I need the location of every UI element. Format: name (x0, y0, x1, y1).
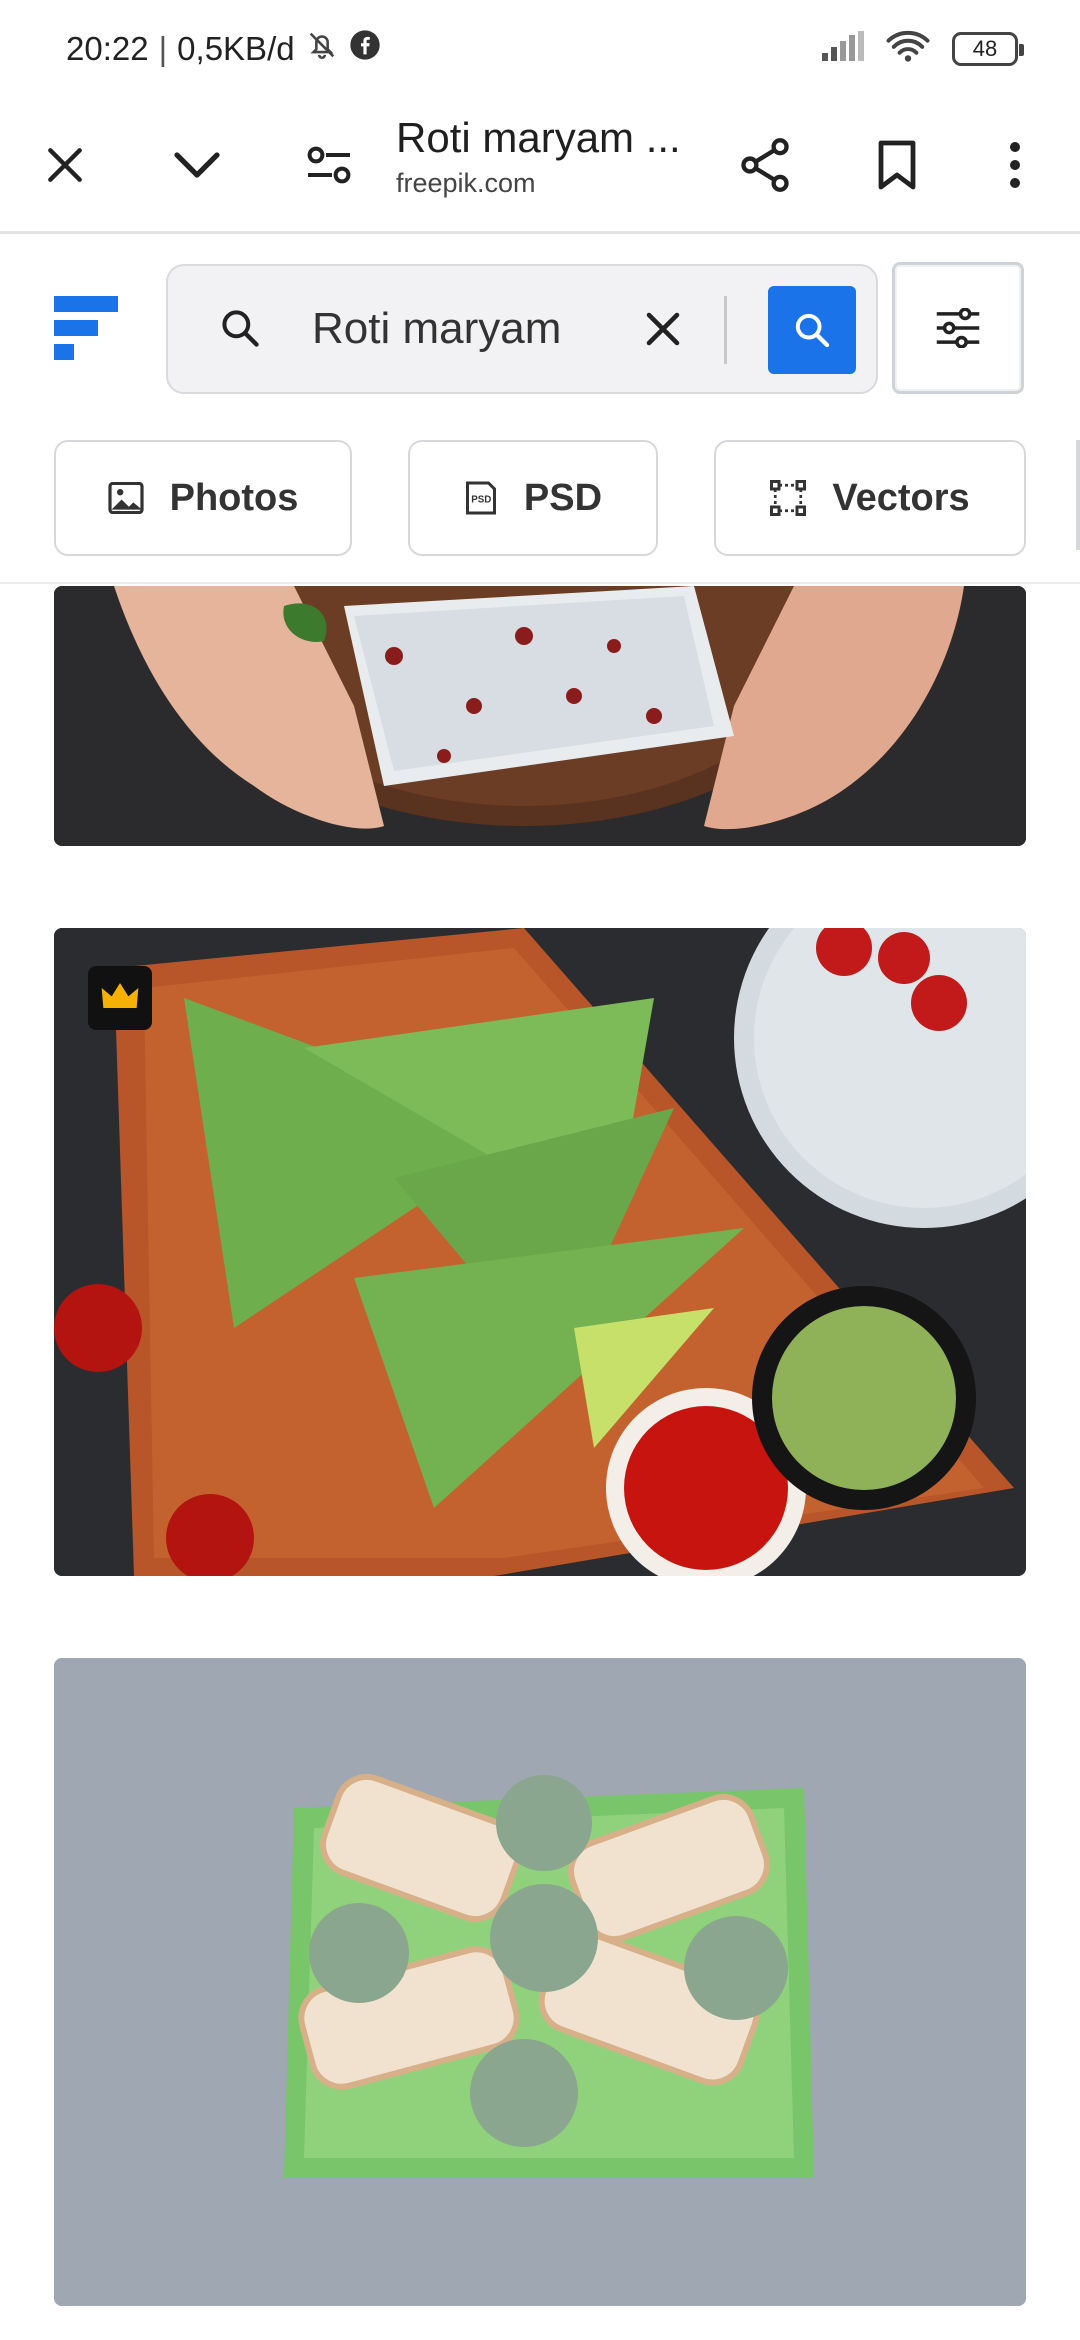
image-icon (108, 482, 144, 514)
close-button[interactable] (10, 96, 120, 234)
status-time: 20:22 (66, 30, 149, 67)
result-image-quesadilla (54, 928, 1026, 1576)
page-domain: freepik.com (396, 168, 536, 198)
filters-button[interactable] (892, 262, 1024, 394)
result-image-sweet-rolls (54, 1658, 1026, 2306)
result-image-flatbread (54, 586, 1026, 846)
page-title: Roti maryam ... (396, 114, 681, 161)
custom-tab-toolbar: Roti maryam ... freepik.com (0, 96, 1080, 234)
crown-icon (101, 983, 139, 1008)
search-bar: Roti maryam (166, 264, 878, 394)
share-icon (741, 138, 789, 192)
tab-title-block[interactable]: Roti maryam ... freepik.com (396, 114, 716, 199)
chevron-down-icon (174, 152, 220, 178)
search-divider (724, 296, 727, 364)
chip-vectors[interactable]: Vectors (714, 440, 1026, 556)
status-left: 20:22 | 0,5KB/d (66, 28, 381, 70)
bookmark-button[interactable] (842, 96, 952, 234)
search-input[interactable]: Roti maryam (312, 304, 561, 354)
status-network-speed: 0,5KB/d (177, 30, 295, 67)
bell-off-icon (305, 28, 339, 70)
result-image-wrap[interactable] (54, 928, 1026, 1576)
minimize-button[interactable] (142, 96, 252, 234)
page-settings-button[interactable] (274, 96, 384, 234)
facebook-icon (349, 29, 381, 69)
battery-level: 48 (972, 35, 998, 61)
result-image-wrap[interactable] (54, 586, 1026, 846)
freepik-logo[interactable] (54, 296, 118, 360)
search-submit-button[interactable] (768, 286, 856, 374)
status-right: 48 (822, 30, 1024, 67)
clear-search-button[interactable] (642, 308, 684, 355)
status-separator: | (158, 30, 168, 67)
chip-psd[interactable]: PSD PSD (408, 440, 658, 556)
site-header: Roti maryam Photos PSD PSD Vectors (0, 234, 1080, 584)
wifi-icon (886, 30, 930, 67)
close-icon (48, 148, 82, 182)
share-button[interactable] (710, 96, 820, 234)
premium-badge (88, 966, 152, 1030)
bookmark-icon (878, 140, 916, 190)
vector-icon (770, 480, 807, 516)
status-bar: 20:22 | 0,5KB/d 48 (0, 0, 1080, 96)
signal-icon (822, 31, 864, 66)
filter-sliders-icon (936, 308, 980, 348)
chip-label: PSD (523, 476, 603, 519)
more-vert-icon (1010, 142, 1020, 188)
search-icon (218, 306, 262, 355)
chip-photos[interactable]: Photos (54, 440, 352, 556)
tune-icon (307, 146, 351, 184)
close-icon (646, 312, 680, 346)
svg-text:PSD: PSD (471, 495, 491, 506)
battery-icon: 48 (952, 31, 1024, 66)
search-icon (795, 313, 830, 348)
result-image-wrap[interactable] (54, 1658, 1026, 2306)
chip-label: Vectors (832, 476, 970, 519)
psd-file-icon: PSD (465, 481, 496, 515)
more-options-button[interactable] (960, 96, 1070, 234)
chip-label: Photos (169, 476, 299, 519)
next-chip-edge (1076, 440, 1080, 550)
